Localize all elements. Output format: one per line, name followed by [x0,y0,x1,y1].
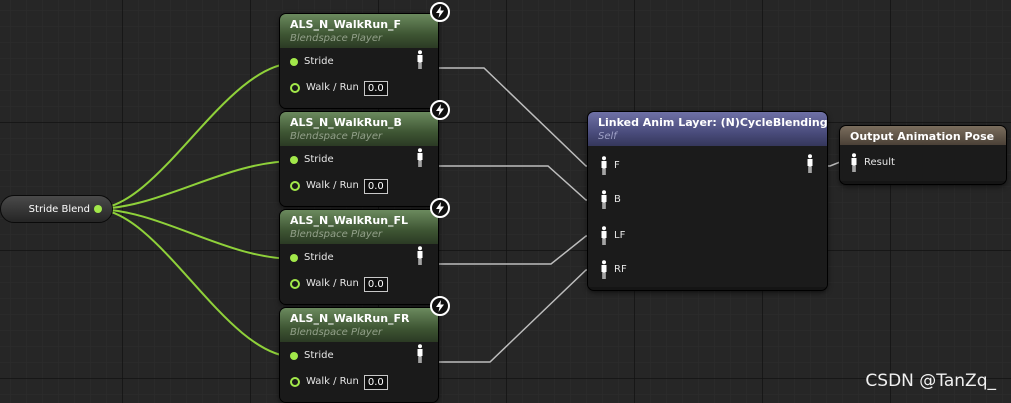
stride-label: Stride [304,154,334,165]
stride-pin-row[interactable]: Stride [290,54,334,70]
walkrun-input-pin[interactable] [290,83,300,93]
blendspace-node-subtitle: Blendspace Player [290,229,383,240]
stride-input-pin[interactable] [290,352,298,360]
watermark: CSDN @TanZq_ [865,371,996,391]
walkrun-label: Walk / Run [306,278,359,289]
linked-anim-layer-header[interactable]: Linked Anim Layer: (N)CycleBlending Self [588,112,827,146]
blendspace-node-fl[interactable]: ALS_N_WalkRun_FL Blendspace Player Strid… [280,210,438,304]
walkrun-value-field[interactable]: 0.0 [363,276,388,292]
pin-f[interactable]: F [600,156,620,175]
blendspace-node-subtitle: Blendspace Player [290,33,383,44]
stride-pin-row[interactable]: Stride [290,250,334,266]
pin-rf[interactable]: RF [600,260,627,279]
blendspace-node-title: ALS_N_WalkRun_FR [290,312,410,325]
pin-f-label: F [614,160,620,171]
stride-label: Stride [304,56,334,67]
float-wire-f [94,62,296,210]
blendspace-node-title: ALS_N_WalkRun_B [290,116,402,129]
walkrun-value-field[interactable]: 0.0 [363,374,388,390]
pin-b-label: B [614,194,621,205]
pose-wire-fl [426,235,600,265]
blendspace-node-header[interactable]: ALS_N_WalkRun_B Blendspace Player [280,112,438,146]
linked-anim-layer-title: Linked Anim Layer: (N)CycleBlending [598,116,827,129]
walkrun-pin-row[interactable]: Walk / Run 0.0 [290,374,388,390]
walkrun-input-pin[interactable] [290,181,300,191]
pin-rf-label: RF [614,264,627,275]
blendspace-node-title: ALS_N_WalkRun_F [290,18,402,31]
pose-wire-fr [426,269,600,363]
blendspace-node-header[interactable]: ALS_N_WalkRun_F Blendspace Player [280,14,438,48]
blendspace-node-header[interactable]: ALS_N_WalkRun_FL Blendspace Player [280,210,438,244]
walkrun-pin-row[interactable]: Walk / Run 0.0 [290,80,388,96]
wires [94,62,852,363]
output-pose-header[interactable]: Output Animation Pose [840,126,1006,145]
float-wire-fr [94,208,296,358]
stride-input-pin[interactable] [290,254,298,262]
pose-pin-icon [417,344,423,363]
blendspace-node-subtitle: Blendspace Player [290,327,383,338]
float-wire-fl [94,208,296,260]
pose-output-pin[interactable] [416,148,430,167]
pose-pin-icon [601,260,607,279]
output-pose-title: Output Animation Pose [850,130,995,143]
blendspace-node-f[interactable]: ALS_N_WalkRun_F Blendspace Player Stride… [280,14,438,108]
pose-pin-icon [601,226,607,245]
pose-output-pin[interactable] [416,344,430,363]
pose-pin-icon [807,154,813,173]
walkrun-value-field[interactable]: 0.0 [363,178,388,194]
output-animation-pose-node[interactable]: Output Animation Pose Result [840,126,1006,184]
stride-pin-row[interactable]: Stride [290,348,334,364]
pose-pin-icon [417,246,423,265]
result-pin[interactable]: Result [850,153,895,172]
bolt-icon [430,2,450,22]
pose-pin-icon [851,153,857,172]
walkrun-input-pin[interactable] [290,279,300,289]
walkrun-label: Walk / Run [306,376,359,387]
bolt-icon [430,296,450,316]
stride-input-pin[interactable] [290,58,298,66]
blendspace-node-b[interactable]: ALS_N_WalkRun_B Blendspace Player Stride… [280,112,438,206]
pose-pin-icon [417,50,423,69]
pose-pin-icon [417,148,423,167]
pose-output-pin[interactable] [416,50,430,69]
stride-blend-reroute-node[interactable]: Stride Blend [0,195,113,223]
linked-anim-layer-subtitle: Self [598,131,617,142]
walkrun-input-pin[interactable] [290,377,300,387]
pose-wire-f [426,67,600,167]
walkrun-label: Walk / Run [306,82,359,93]
stride-blend-output-pin[interactable] [94,205,102,213]
pin-lf-label: LF [614,230,626,241]
blendspace-node-subtitle: Blendspace Player [290,131,383,142]
blendspace-node-title: ALS_N_WalkRun_FL [290,214,409,227]
blendspace-node-fr[interactable]: ALS_N_WalkRun_FR Blendspace Player Strid… [280,308,438,402]
stride-blend-label: Stride Blend [28,203,90,215]
walkrun-pin-row[interactable]: Walk / Run 0.0 [290,276,388,292]
pose-wire-b [426,165,600,201]
blendspace-node-header[interactable]: ALS_N_WalkRun_FR Blendspace Player [280,308,438,342]
linked-anim-layer-node[interactable]: Linked Anim Layer: (N)CycleBlending Self… [588,112,827,290]
pose-output-pin[interactable] [416,246,430,265]
bolt-icon [430,100,450,120]
pose-output-pin[interactable] [806,154,820,173]
pose-pin-icon [601,156,607,175]
result-label: Result [864,157,895,168]
pose-pin-icon [601,190,607,209]
walkrun-value-field[interactable]: 0.0 [363,80,388,96]
stride-label: Stride [304,350,334,361]
bolt-icon [430,198,450,218]
stride-input-pin[interactable] [290,156,298,164]
stride-label: Stride [304,252,334,263]
pin-b[interactable]: B [600,190,621,209]
stride-pin-row[interactable]: Stride [290,152,334,168]
float-wire-b [94,160,296,210]
walkrun-label: Walk / Run [306,180,359,191]
pin-lf[interactable]: LF [600,226,626,245]
walkrun-pin-row[interactable]: Walk / Run 0.0 [290,178,388,194]
